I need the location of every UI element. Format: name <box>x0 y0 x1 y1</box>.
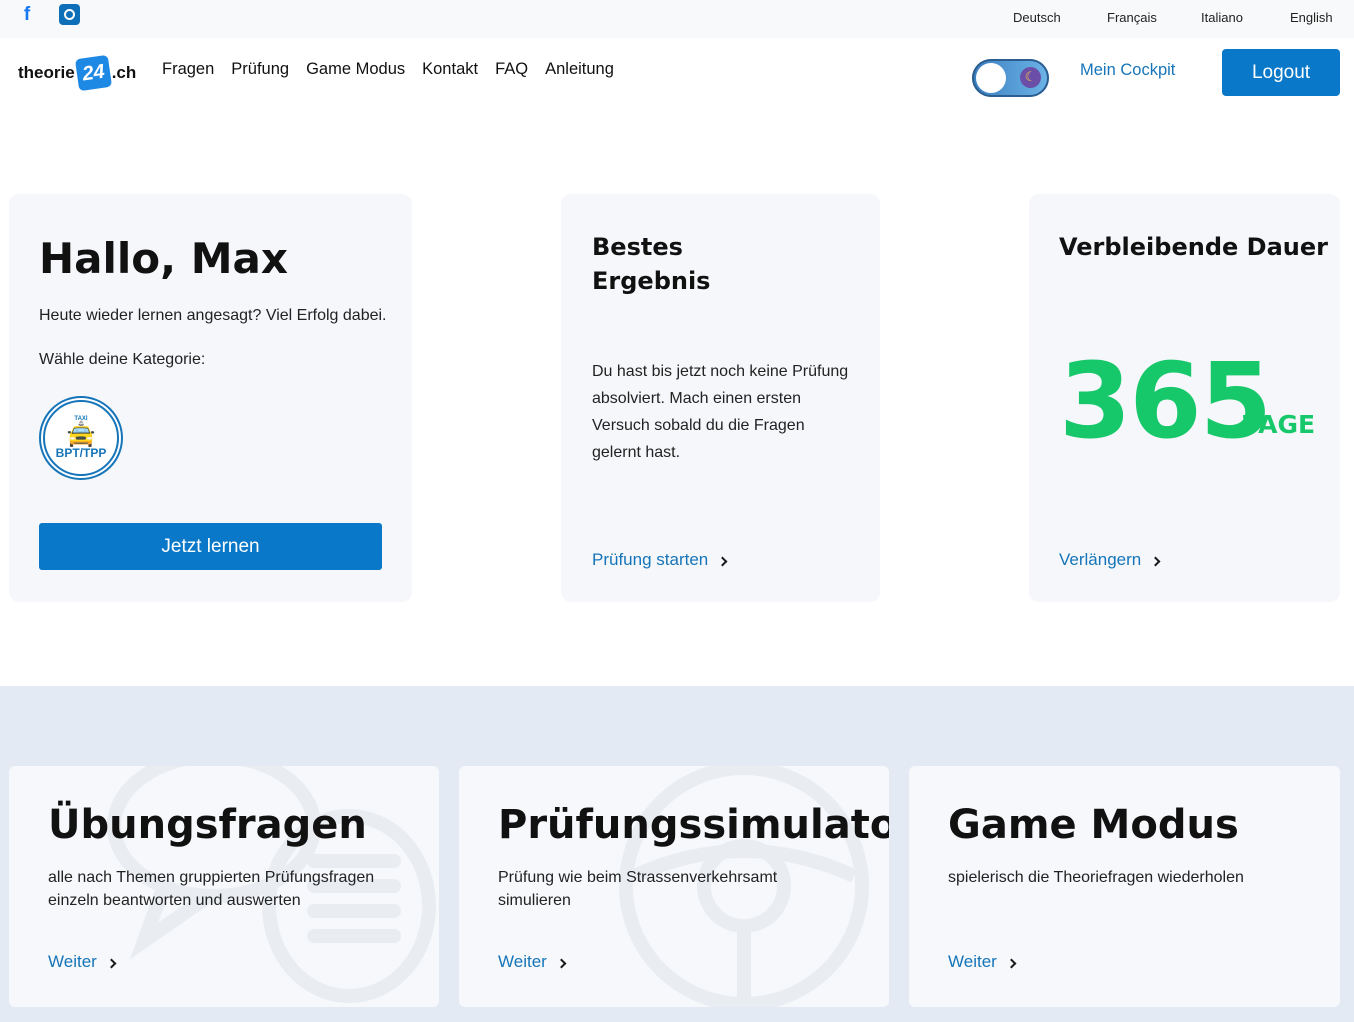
remaining-days-value: 365 <box>1059 340 1272 462</box>
moon-icon: ☾ <box>1020 67 1041 88</box>
feature-continue-label: Weiter <box>48 952 97 971</box>
feature-continue-label: Weiter <box>948 952 997 971</box>
feature-description: Prüfung wie beim Strassenverkehrsamt sim… <box>498 869 778 909</box>
nav-fragen[interactable]: Fragen <box>162 60 214 79</box>
language-italiano[interactable]: Italiano <box>1201 10 1243 25</box>
remaining-days-unit: TAGE <box>1243 410 1316 439</box>
nav-pruefung[interactable]: Prüfung <box>231 60 289 79</box>
feature-continue-label: Weiter <box>498 952 547 971</box>
welcome-card: Hallo, Max Heute wieder lernen angesagt?… <box>9 194 412 602</box>
logout-button[interactable]: Logout <box>1222 49 1340 96</box>
best-result-title-line2: Ergebnis <box>592 267 711 295</box>
instagram-icon[interactable] <box>59 4 80 25</box>
language-english[interactable]: English <box>1290 10 1333 25</box>
language-deutsch[interactable]: Deutsch <box>1013 10 1061 25</box>
chevron-right-icon <box>556 958 567 968</box>
mein-cockpit-link[interactable]: Mein Cockpit <box>1080 61 1175 80</box>
extend-label: Verlängern <box>1059 550 1142 569</box>
nav-kontakt[interactable]: Kontakt <box>422 60 478 79</box>
best-result-title-line1: Bestes <box>592 233 683 261</box>
feature-title: Prüfungssimulator <box>498 802 889 848</box>
chevron-right-icon <box>106 958 117 968</box>
facebook-icon[interactable]: f <box>16 4 38 26</box>
nav-anleitung[interactable]: Anleitung <box>545 60 614 79</box>
logo-prefix: theorie <box>18 63 75 82</box>
feature-card-game-modus[interactable]: Game Modus spielerisch die Theoriefragen… <box>909 766 1340 1007</box>
taxi-icon: 🚖 <box>66 420 96 448</box>
category-prompt: Wähle deine Kategorie: <box>39 351 206 368</box>
category-label: BPT/TPP <box>55 446 107 460</box>
welcome-subtitle: Heute wieder lernen angesagt? Viel Erfol… <box>39 307 387 324</box>
feature-card-uebungsfragen[interactable]: Übungsfragen alle nach Themen gruppierte… <box>9 766 439 1007</box>
language-francais[interactable]: Français <box>1107 10 1157 25</box>
logo-badge: 24 <box>74 54 112 92</box>
learn-now-button[interactable]: Jetzt lernen <box>39 523 382 570</box>
logo-suffix: .ch <box>111 63 137 82</box>
features-section: Übungsfragen alle nach Themen gruppierte… <box>0 686 1354 1022</box>
toggle-knob <box>976 63 1006 93</box>
best-result-text: Du hast bis jetzt noch keine Prüfung abs… <box>592 363 849 461</box>
feature-title: Übungsfragen <box>48 802 367 848</box>
feature-card-pruefungssimulator[interactable]: Prüfungssimulator Prüfung wie beim Stras… <box>459 766 889 1007</box>
extend-link[interactable]: Verlängern <box>1059 550 1161 570</box>
site-logo[interactable]: theorie 24 .ch <box>18 54 136 92</box>
category-badge-taxi[interactable]: TAXI 🚖 BPT/TPP <box>39 396 123 480</box>
dark-mode-toggle[interactable]: ☾ <box>972 59 1049 97</box>
greeting-heading: Hallo, Max <box>39 234 288 283</box>
chevron-right-icon <box>1006 958 1017 968</box>
feature-description: spielerisch die Theoriefragen wiederhole… <box>948 869 1244 886</box>
chevron-right-icon <box>1150 556 1161 566</box>
feature-continue-link[interactable]: Weiter <box>948 952 1017 972</box>
remaining-title: Verbleibende Dauer <box>1059 233 1328 261</box>
remaining-duration-card: Verbleibende Dauer 365 TAGE Verlängern <box>1029 194 1340 602</box>
nav-game-modus[interactable]: Game Modus <box>306 60 405 79</box>
chevron-right-icon <box>717 556 728 566</box>
nav-faq[interactable]: FAQ <box>495 60 528 79</box>
feature-continue-link[interactable]: Weiter <box>48 952 117 972</box>
feature-description: alle nach Themen gruppierten Prüfungsfra… <box>48 869 375 909</box>
start-exam-label: Prüfung starten <box>592 550 709 569</box>
feature-continue-link[interactable]: Weiter <box>498 952 567 972</box>
main-nav: Fragen Prüfung Game Modus Kontakt FAQ An… <box>162 60 631 79</box>
feature-title: Game Modus <box>948 802 1239 848</box>
start-exam-link[interactable]: Prüfung starten <box>592 550 728 570</box>
best-result-card: Bestes Ergebnis Du hast bis jetzt noch k… <box>561 194 880 602</box>
best-result-title: Bestes Ergebnis <box>592 230 710 298</box>
top-bar: f Deutsch Français Italiano English <box>0 0 1354 38</box>
